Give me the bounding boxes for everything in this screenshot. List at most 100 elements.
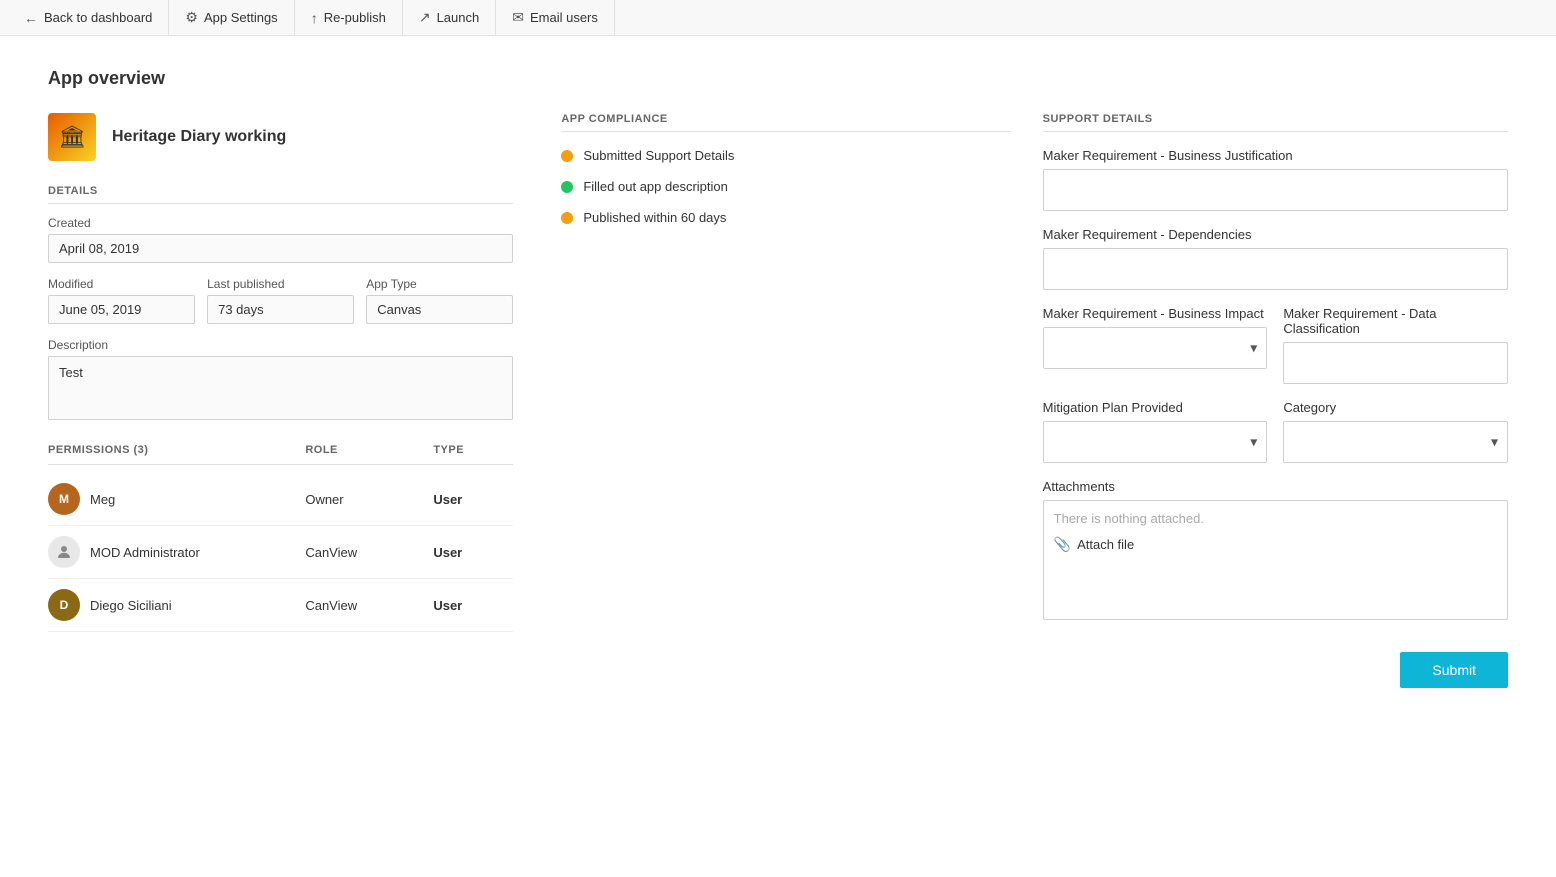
modified-label: Modified — [48, 277, 195, 291]
modified-field: Modified June 05, 2019 — [48, 277, 195, 324]
perm-role-diego: CanView — [305, 598, 425, 613]
compliance-label-2: Published within 60 days — [583, 210, 726, 225]
dep-label: Maker Requirement - Dependencies — [1043, 227, 1508, 242]
content-grid: 🏛 Heritage Diary working DETAILS Created… — [48, 113, 1508, 688]
settings-icon: ⚙ — [185, 9, 198, 26]
attach-file-button[interactable]: 📎 Attach file — [1054, 536, 1135, 553]
permission-row: MOD Administrator CanView User — [48, 526, 513, 579]
created-value: April 08, 2019 — [48, 234, 513, 263]
compliance-item-1: Filled out app description — [561, 179, 1010, 194]
left-column: 🏛 Heritage Diary working DETAILS Created… — [48, 113, 513, 688]
support-row-1: Maker Requirement - Business Impact ▾ Ma… — [1043, 306, 1508, 384]
description-field: Description Test — [48, 338, 513, 420]
user-cell-diego: D Diego Siciliani — [48, 589, 297, 621]
launch-label: Launch — [437, 10, 480, 25]
mp-select-wrapper: ▾ — [1043, 421, 1268, 463]
back-icon: ← — [24, 10, 38, 26]
launch-icon: ↗ — [419, 9, 431, 26]
app-type-field: App Type Canvas — [366, 277, 513, 324]
support-row-2: Mitigation Plan Provided ▾ Category — [1043, 400, 1508, 463]
user-name-diego: Diego Siciliani — [90, 598, 172, 613]
last-published-field: Last published 73 days — [207, 277, 354, 324]
description-value[interactable]: Test — [48, 356, 513, 420]
compliance-label-1: Filled out app description — [583, 179, 728, 194]
user-name-meg: Meg — [90, 492, 115, 507]
status-dot-green — [561, 181, 573, 193]
app-header: 🏛 Heritage Diary working — [48, 113, 513, 161]
settings-label: App Settings — [204, 10, 278, 25]
status-dot-orange — [561, 150, 573, 162]
dep-input[interactable] — [1043, 248, 1508, 290]
email-users-nav[interactable]: ✉ Email users — [496, 0, 615, 35]
bi-label: Maker Requirement - Business Impact — [1043, 306, 1268, 321]
perm-type-diego: User — [433, 598, 513, 613]
mp-label: Mitigation Plan Provided — [1043, 400, 1268, 415]
email-icon: ✉ — [512, 9, 524, 26]
attach-file-label: Attach file — [1077, 537, 1134, 552]
avatar-diego: D — [48, 589, 80, 621]
paperclip-icon: 📎 — [1054, 536, 1071, 553]
email-label: Email users — [530, 10, 598, 25]
cat-label: Category — [1283, 400, 1508, 415]
page-title: App overview — [48, 68, 1508, 89]
bj-label: Maker Requirement - Business Justificati… — [1043, 148, 1508, 163]
business-impact-field: Maker Requirement - Business Impact ▾ — [1043, 306, 1268, 384]
app-settings-nav[interactable]: ⚙ App Settings — [169, 0, 294, 35]
permission-row: M Meg Owner User — [48, 473, 513, 526]
category-field: Category ▾ — [1283, 400, 1508, 463]
dc-label: Maker Requirement - Data Classification — [1283, 306, 1508, 336]
main-content: App overview 🏛 Heritage Diary working DE… — [0, 36, 1556, 720]
submit-row: Submit — [1043, 652, 1508, 688]
attachments-field: Attachments There is nothing attached. 📎… — [1043, 479, 1508, 620]
mp-select[interactable] — [1043, 421, 1268, 463]
last-published-value: 73 days — [207, 295, 354, 324]
mitigation-field: Mitigation Plan Provided ▾ — [1043, 400, 1268, 463]
business-justification-field: Maker Requirement - Business Justificati… — [1043, 148, 1508, 211]
launch-nav[interactable]: ↗ Launch — [403, 0, 496, 35]
last-published-label: Last published — [207, 277, 354, 291]
col-type-label: TYPE — [433, 444, 513, 456]
republish-icon: ↑ — [311, 10, 318, 26]
user-cell-meg: M Meg — [48, 483, 297, 515]
perm-role-mod: CanView — [305, 545, 425, 560]
attachments-placeholder: There is nothing attached. — [1054, 511, 1497, 526]
attachments-label: Attachments — [1043, 479, 1508, 494]
republish-label: Re-publish — [324, 10, 386, 25]
submit-button[interactable]: Submit — [1400, 652, 1508, 688]
app-name: Heritage Diary working — [112, 128, 286, 146]
perm-type-meg: User — [433, 492, 513, 507]
compliance-column: APP COMPLIANCE Submitted Support Details… — [545, 113, 1010, 688]
republish-nav[interactable]: ↑ Re-publish — [295, 0, 403, 35]
user-cell-mod: MOD Administrator — [48, 536, 297, 568]
back-to-dashboard[interactable]: ← Back to dashboard — [8, 0, 169, 35]
avatar-meg: M — [48, 483, 80, 515]
support-column: SUPPORT DETAILS Maker Requirement - Busi… — [1043, 113, 1508, 688]
compliance-label-0: Submitted Support Details — [583, 148, 734, 163]
modified-value: June 05, 2019 — [48, 295, 195, 324]
data-classification-field: Maker Requirement - Data Classification — [1283, 306, 1508, 384]
support-section-label: SUPPORT DETAILS — [1043, 113, 1508, 132]
user-name-mod: MOD Administrator — [90, 545, 200, 560]
permission-row: D Diego Siciliani CanView User — [48, 579, 513, 632]
perm-type-mod: User — [433, 545, 513, 560]
perm-role-meg: Owner — [305, 492, 425, 507]
back-label: Back to dashboard — [44, 10, 152, 25]
attachments-box: There is nothing attached. 📎 Attach file — [1043, 500, 1508, 620]
cat-select-wrapper: ▾ — [1283, 421, 1508, 463]
col-role-label: ROLE — [305, 444, 425, 456]
app-type-value: Canvas — [366, 295, 513, 324]
app-type-label: App Type — [366, 277, 513, 291]
avatar-mod — [48, 536, 80, 568]
description-label: Description — [48, 338, 513, 352]
status-dot-orange-2 — [561, 212, 573, 224]
created-label: Created — [48, 216, 513, 230]
cat-select[interactable] — [1283, 421, 1508, 463]
compliance-item-2: Published within 60 days — [561, 210, 1010, 225]
compliance-item-0: Submitted Support Details — [561, 148, 1010, 163]
bi-select[interactable] — [1043, 327, 1268, 369]
dc-input[interactable] — [1283, 342, 1508, 384]
bj-input[interactable] — [1043, 169, 1508, 211]
modified-row: Modified June 05, 2019 Last published 73… — [48, 277, 513, 338]
app-icon: 🏛 — [48, 113, 96, 161]
created-field: Created April 08, 2019 — [48, 216, 513, 263]
